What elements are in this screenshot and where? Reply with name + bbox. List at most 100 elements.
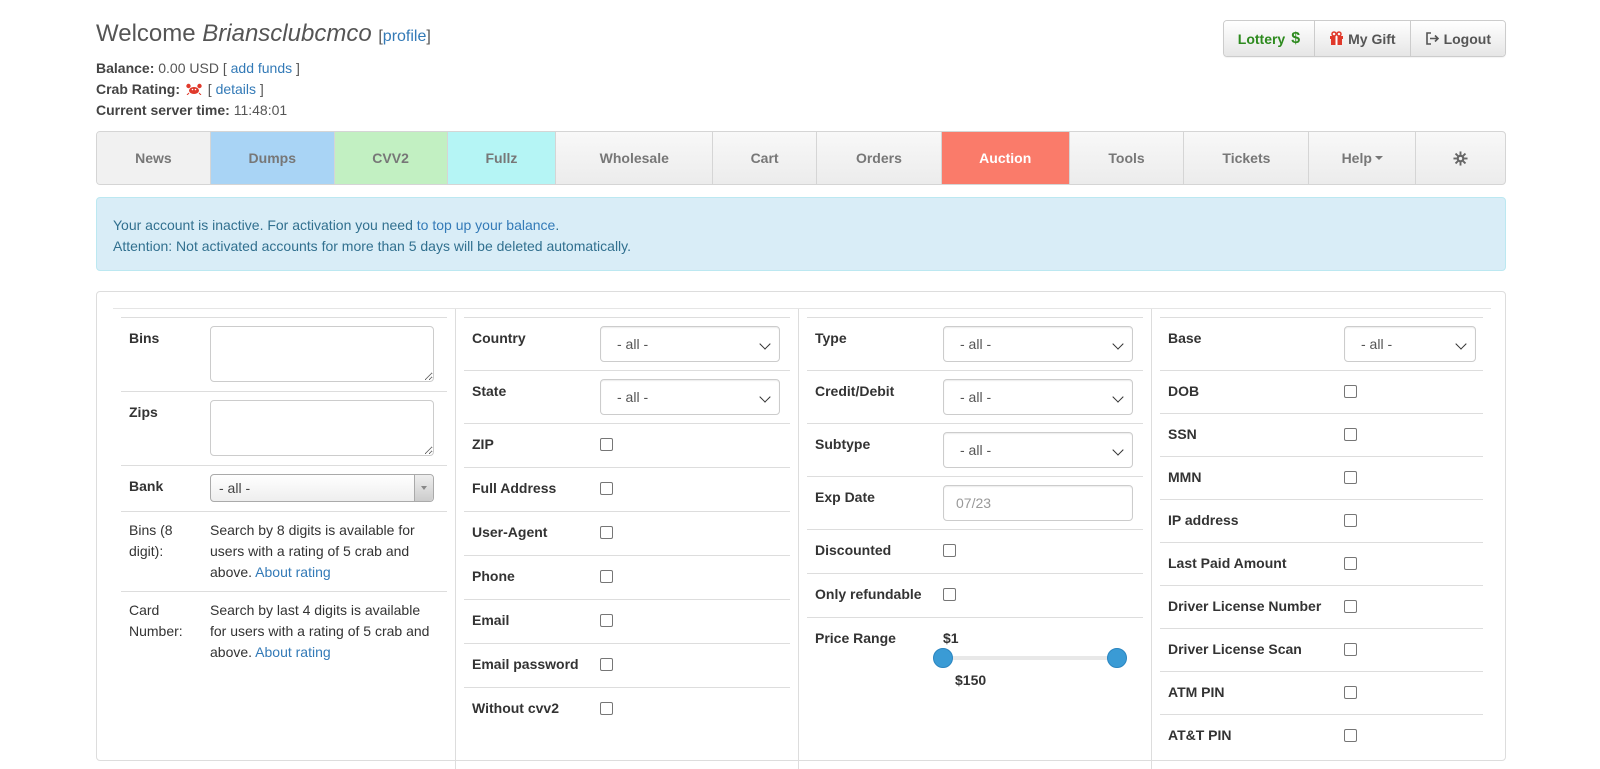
balance-label: Balance:	[96, 60, 155, 76]
filter-column-2: Country - all - State - all - ZIP Full A…	[455, 309, 798, 769]
my-gift-button[interactable]: My Gift	[1315, 21, 1411, 56]
email-password-checkbox[interactable]	[600, 658, 613, 671]
top-up-link[interactable]: to top up your balance	[417, 217, 556, 233]
without-cvv2-checkbox[interactable]	[600, 702, 613, 715]
email-label: Email	[472, 612, 510, 628]
ip-address-checkbox[interactable]	[1344, 514, 1357, 527]
nav-cart[interactable]: Cart	[713, 132, 817, 184]
nav-label: Tools	[1108, 150, 1145, 166]
logout-button[interactable]: Logout	[1410, 21, 1505, 56]
base-label: Base	[1168, 330, 1202, 346]
country-select-value: - all -	[617, 336, 649, 352]
atm-pin-checkbox[interactable]	[1344, 686, 1357, 699]
nav-tools[interactable]: Tools	[1070, 132, 1185, 184]
atm-pin-label: ATM PIN	[1168, 684, 1225, 700]
alert-period: .	[555, 217, 560, 233]
full-address-checkbox[interactable]	[600, 482, 613, 495]
nav-cvv2[interactable]: CVV2	[334, 132, 448, 184]
bank-row: Bank - all -	[121, 465, 447, 511]
driver-license-number-checkbox[interactable]	[1344, 600, 1357, 613]
phone-row: Phone	[464, 555, 790, 599]
welcome-prefix: Welcome	[96, 20, 196, 47]
nav-fullz[interactable]: Fullz	[447, 132, 557, 184]
driver-license-scan-row: Driver License Scan	[1160, 628, 1483, 671]
dob-checkbox[interactable]	[1344, 385, 1357, 398]
ssn-checkbox[interactable]	[1344, 428, 1357, 441]
user-agent-checkbox[interactable]	[600, 526, 613, 539]
email-checkbox[interactable]	[600, 614, 613, 627]
exp-date-row: Exp Date 07/23	[807, 476, 1143, 529]
nav-auction[interactable]: Auction	[941, 132, 1070, 184]
user-agent-row: User-Agent	[464, 511, 790, 555]
phone-checkbox[interactable]	[600, 570, 613, 583]
only-refundable-checkbox[interactable]	[943, 588, 956, 601]
card-number-row: Card Number: Search by last 4 digits is …	[121, 591, 447, 671]
exp-date-input[interactable]: 07/23	[943, 485, 1133, 521]
discounted-label: Discounted	[815, 542, 892, 558]
about-rating-link[interactable]: About rating	[255, 644, 331, 660]
price-min-value: $1	[943, 630, 959, 646]
nav-settings[interactable]	[1416, 132, 1505, 184]
ssn-row: SSN	[1160, 413, 1483, 456]
credit-debit-select[interactable]: - all -	[943, 379, 1133, 415]
nav-tickets[interactable]: Tickets	[1184, 132, 1310, 184]
slider-min-handle[interactable]	[933, 648, 953, 668]
dob-row: DOB	[1160, 370, 1483, 413]
nav-wholesale[interactable]: Wholesale	[556, 132, 714, 184]
lottery-button[interactable]: Lottery $	[1223, 21, 1316, 56]
nav-label: Fullz	[485, 150, 518, 166]
price-range-label: Price Range	[815, 630, 896, 646]
driver-license-scan-checkbox[interactable]	[1344, 643, 1357, 656]
driver-license-number-label: Driver License Number	[1168, 598, 1322, 614]
credit-debit-select-value: - all -	[960, 389, 992, 405]
nav-news[interactable]: News	[97, 132, 211, 184]
type-select[interactable]: - all -	[943, 326, 1133, 362]
nav-help[interactable]: Help	[1309, 132, 1417, 184]
subtype-row: Subtype - all -	[807, 423, 1143, 476]
type-select-value: - all -	[960, 336, 992, 352]
bank-select[interactable]: - all -	[210, 474, 434, 502]
lottery-label: Lottery	[1237, 30, 1286, 47]
my-gift-label: My Gift	[1348, 30, 1396, 47]
profile-link[interactable]: profile	[383, 28, 427, 45]
card-number-description: Search by last 4 digits is available for…	[210, 600, 440, 663]
balance-value: 0.00 USD	[158, 60, 219, 76]
crab-rating-label: Crab Rating:	[96, 81, 180, 97]
bins8-label: Bins (8 digit):	[129, 522, 173, 559]
zips-input[interactable]	[210, 400, 434, 456]
base-select[interactable]: - all -	[1344, 326, 1476, 362]
nav-orders[interactable]: Orders	[817, 132, 942, 184]
country-label: Country	[472, 330, 526, 346]
welcome-line: Welcome Briansclubcmco [profile]	[96, 20, 431, 48]
gear-icon	[1453, 150, 1468, 166]
slider-track	[941, 656, 1119, 660]
add-funds-link[interactable]: add funds	[231, 60, 293, 76]
only-refundable-label: Only refundable	[815, 586, 922, 602]
state-select[interactable]: - all -	[600, 379, 780, 415]
nav-dumps[interactable]: Dumps	[210, 132, 335, 184]
subtype-label: Subtype	[815, 436, 871, 452]
country-select[interactable]: - all -	[600, 326, 780, 362]
bins-input[interactable]	[210, 326, 434, 382]
subtype-select-value: - all -	[960, 442, 992, 458]
last-paid-amount-checkbox[interactable]	[1344, 557, 1357, 570]
filter-column-4: Base - all - DOB SSN MMN IP address Last…	[1151, 309, 1491, 769]
details-link[interactable]: details	[216, 81, 256, 97]
mmn-checkbox[interactable]	[1344, 471, 1357, 484]
last-paid-amount-row: Last Paid Amount	[1160, 542, 1483, 585]
subtype-select[interactable]: - all -	[943, 432, 1133, 468]
att-pin-checkbox[interactable]	[1344, 729, 1357, 742]
bank-label: Bank	[129, 478, 164, 494]
nav-label: Auction	[979, 150, 1032, 166]
zip-checkbox[interactable]	[600, 438, 613, 451]
zip-row: ZIP	[464, 423, 790, 467]
discounted-checkbox[interactable]	[943, 544, 956, 557]
chevron-down-icon	[1112, 391, 1124, 403]
last-paid-amount-label: Last Paid Amount	[1168, 555, 1287, 571]
inactive-account-alert: Your account is inactive. For activation…	[96, 197, 1506, 271]
filter-area: Bins Zips Bank - all - Bins (8 digit): S…	[113, 308, 1491, 769]
bracket: ]	[426, 28, 431, 45]
slider-max-handle[interactable]	[1107, 648, 1127, 668]
about-rating-link[interactable]: About rating	[255, 564, 331, 580]
base-select-value: - all -	[1361, 336, 1393, 352]
